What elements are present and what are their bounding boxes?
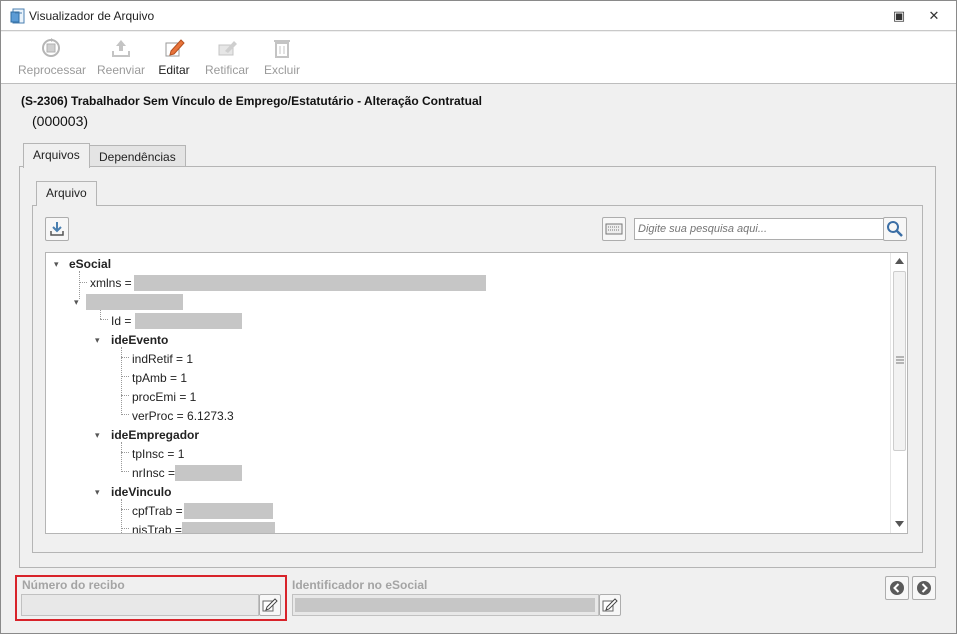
tree-guide xyxy=(121,452,129,453)
expand-chevron-icon[interactable]: ▾ xyxy=(74,297,84,307)
redacted-value xyxy=(184,503,273,519)
rectify-button[interactable]: Retificar xyxy=(203,37,251,81)
search-button[interactable] xyxy=(883,217,907,241)
tab-arquivo[interactable]: Arquivo xyxy=(36,181,97,206)
redacted-value xyxy=(135,313,242,329)
tree-node-ideevento[interactable]: ideEvento xyxy=(111,332,168,348)
edit-icon xyxy=(165,39,185,57)
tree-node-nrinsc[interactable]: nrInsc = xyxy=(132,465,175,481)
delete-button[interactable]: Excluir xyxy=(263,37,301,81)
tree-guide xyxy=(121,357,129,358)
tab-arquivos[interactable]: Arquivos xyxy=(23,143,90,168)
tab-dependencias[interactable]: Dependências xyxy=(89,145,186,167)
scroll-thumb[interactable] xyxy=(893,271,906,451)
tree-guide xyxy=(100,319,108,320)
expand-chevron-icon[interactable]: ▾ xyxy=(95,430,105,440)
trash-icon xyxy=(274,40,290,58)
reprocess-button[interactable]: Reprocessar xyxy=(18,37,87,81)
redacted-value xyxy=(182,522,275,533)
file-viewer-window: Visualizador de Arquivo ▣ ✕ Reprocessar … xyxy=(0,0,957,634)
scroll-down-arrow-icon[interactable] xyxy=(894,520,905,528)
tree-node-xmlns[interactable]: xmlns = xyxy=(90,275,132,291)
redacted-node-label xyxy=(86,294,183,310)
redacted-value xyxy=(295,598,595,612)
tree-guide xyxy=(121,395,129,396)
tree-guide xyxy=(121,528,129,529)
arrow-left-icon xyxy=(890,581,904,595)
search-icon xyxy=(887,221,903,237)
tree-scrollbar[interactable] xyxy=(890,253,907,533)
previous-button[interactable] xyxy=(885,576,909,600)
tree-node-esocial[interactable]: eSocial xyxy=(69,256,111,272)
tree-guide xyxy=(79,271,80,299)
resend-button[interactable]: Reenviar xyxy=(96,37,146,81)
expand-chevron-icon[interactable]: ▾ xyxy=(95,487,105,497)
identificador-field[interactable] xyxy=(292,594,599,616)
identificador-label: Identificador no eSocial xyxy=(292,578,428,592)
toolbar: Reprocessar Reenviar Editar Retificar Ex… xyxy=(1,32,956,84)
rectify-icon xyxy=(218,41,237,56)
redacted-value xyxy=(134,275,486,291)
xml-tree-view[interactable]: ▾ eSocial xmlns = ▾ Id = ▾ ideEvento ind… xyxy=(45,252,908,534)
keyboard-button[interactable] xyxy=(602,217,626,241)
search-field[interactable] xyxy=(634,218,884,240)
expand-chevron-icon[interactable]: ▾ xyxy=(95,335,105,345)
tree-guide xyxy=(121,509,129,510)
download-button[interactable] xyxy=(45,217,69,241)
grip-icon xyxy=(896,356,904,364)
tree-node-tpinsc[interactable]: tpInsc = 1 xyxy=(132,446,184,462)
window-title: Visualizador de Arquivo xyxy=(29,9,155,23)
resend-label: Reenviar xyxy=(96,63,146,77)
next-button[interactable] xyxy=(912,576,936,600)
upload-icon xyxy=(112,40,130,57)
reprocess-icon xyxy=(42,38,60,57)
tree-node-verproc[interactable]: verProc = 6.1273.3 xyxy=(132,408,234,424)
edit-icon xyxy=(602,598,618,612)
rectify-label: Retificar xyxy=(204,63,249,77)
reprocess-label: Reprocessar xyxy=(18,63,87,77)
tree-node-indretif[interactable]: indRetif = 1 xyxy=(132,351,193,367)
edit-button[interactable]: Editar xyxy=(156,37,192,81)
tree-node-id[interactable]: Id = xyxy=(111,313,131,329)
event-title: (S-2306) Trabalhador Sem Vínculo de Empr… xyxy=(21,94,482,108)
tree-node-ideempregador[interactable]: ideEmpregador xyxy=(111,427,199,443)
arrow-right-icon xyxy=(917,581,931,595)
arquivo-panel: ▾ eSocial xmlns = ▾ Id = ▾ ideEvento ind… xyxy=(32,205,923,553)
tree-node-idevinculo[interactable]: ideVinculo xyxy=(111,484,171,500)
search-input[interactable] xyxy=(635,219,883,239)
app-document-icon xyxy=(10,8,25,24)
tree-node-cpftrab[interactable]: cpfTrab = xyxy=(132,503,183,519)
redacted-value xyxy=(175,465,242,481)
recibo-highlight xyxy=(15,575,287,621)
download-icon xyxy=(50,222,64,236)
title-bar: Visualizador de Arquivo ▣ ✕ xyxy=(1,1,956,31)
event-code: (000003) xyxy=(32,113,89,129)
restore-window-button[interactable]: ▣ xyxy=(891,8,907,24)
tree-guide xyxy=(121,471,129,472)
tree-guide xyxy=(121,414,129,415)
keyboard-icon xyxy=(605,223,623,235)
tree-guide xyxy=(121,442,122,472)
identificador-edit-button[interactable] xyxy=(599,594,621,616)
tree-guide xyxy=(100,309,101,319)
arquivos-panel: Arquivo Digite sua pesquisa aqui... ▾ eS… xyxy=(19,166,936,568)
delete-label: Excluir xyxy=(263,63,300,77)
tree-node-nistrab[interactable]: nisTrab = xyxy=(132,522,182,533)
edit-label: Editar xyxy=(158,63,190,77)
tree-node-tpamb[interactable]: tpAmb = 1 xyxy=(132,370,187,386)
tree-node-procemi[interactable]: procEmi = 1 xyxy=(132,389,196,405)
scroll-up-arrow-icon[interactable] xyxy=(894,257,905,265)
close-window-button[interactable]: ✕ xyxy=(926,8,942,24)
expand-chevron-icon[interactable]: ▾ xyxy=(54,259,64,269)
tree-guide xyxy=(79,282,87,283)
tree-guide xyxy=(121,376,129,377)
